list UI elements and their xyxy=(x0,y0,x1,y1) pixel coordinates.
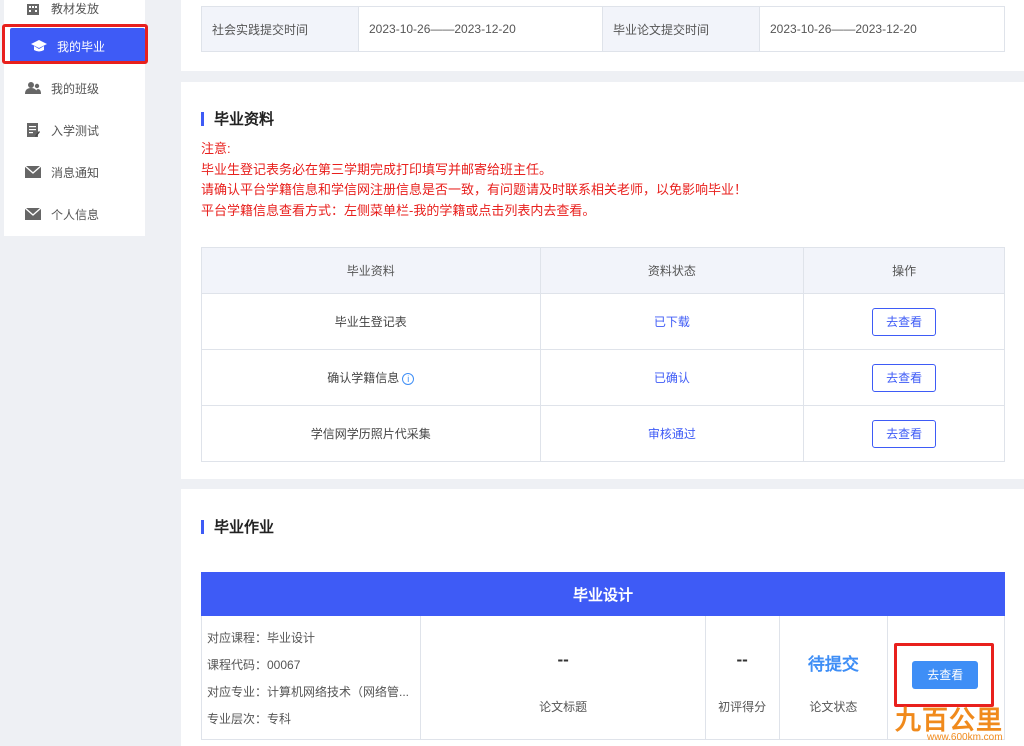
thesis-title-value: -- xyxy=(557,650,569,669)
action-cell: 去查看 xyxy=(803,293,1005,350)
table-header-row: 毕业资料 资料状态 操作 xyxy=(201,247,1005,294)
table-row: 毕业生登记表 已下载 去查看 xyxy=(201,293,1005,350)
material-status: 审核通过 xyxy=(539,405,805,462)
section-title: 毕业作业 xyxy=(201,516,274,537)
materials-card: 毕业资料 注意: 毕业生登记表务必在第三学期完成打印填写并邮寄给班主任。 请确认… xyxy=(181,82,1024,479)
sidebar-item-textbooks[interactable]: 教材发放 xyxy=(4,0,145,26)
watermark-logo: 九百公里 www.600km.com xyxy=(895,700,1021,744)
material-name-cell: 确认学籍信息 i xyxy=(201,349,541,406)
score-col: -- 初评得分 xyxy=(706,616,780,739)
highlight-box xyxy=(2,24,148,64)
social-practice-value: 2023-10-26——2023-12-20 xyxy=(359,7,603,51)
notice-line: 平台学籍信息查看方式：左侧菜单栏-我的学籍或点击列表内去查看。 xyxy=(201,202,596,218)
status-col: 待提交 论文状态 xyxy=(780,616,889,739)
column-header: 毕业资料 xyxy=(201,247,541,294)
column-header: 操作 xyxy=(803,247,1005,294)
notice-line: 注意: xyxy=(201,141,231,156)
highlight-box xyxy=(894,643,994,707)
schedule-card: 社会实践提交时间 2023-10-26——2023-12-20 毕业论文提交时间… xyxy=(181,0,1024,71)
mail-icon xyxy=(24,207,42,221)
homework-row: 对应课程：毕业设计 课程代码：00067 对应专业：计算机网络技术（网络管...… xyxy=(201,616,1005,740)
sidebar-item-profile[interactable]: 个人信息 xyxy=(4,196,145,232)
table-row: 学信网学历照片代采集 审核通过 去查看 xyxy=(201,405,1005,462)
course-name: 对应课程：毕业设计 xyxy=(207,631,316,645)
materials-table: 毕业资料 资料状态 操作 毕业生登记表 已下载 去查看 确认学籍信息 i 已确认 … xyxy=(201,247,1005,462)
view-button[interactable]: 去查看 xyxy=(872,307,937,336)
building-icon xyxy=(24,1,42,15)
sidebar-item-entrance-test[interactable]: 入学测试 xyxy=(4,112,145,148)
view-button[interactable]: 去查看 xyxy=(872,363,937,392)
course-major: 对应专业：计算机网络技术（网络管... xyxy=(207,685,410,699)
edit-document-icon xyxy=(24,122,42,137)
notice-line: 毕业生登记表务必在第三学期完成打印填写并邮寄给班主任。 xyxy=(201,161,553,177)
schedule-table: 社会实践提交时间 2023-10-26——2023-12-20 毕业论文提交时间… xyxy=(201,6,1005,52)
section-title: 毕业资料 xyxy=(201,108,274,129)
mail-icon xyxy=(24,165,42,179)
thesis-status-label: 论文状态 xyxy=(809,700,858,714)
table-row: 确认学籍信息 i 已确认 去查看 xyxy=(201,349,1005,406)
sidebar-item-label: 入学测试 xyxy=(51,123,100,138)
sidebar-item-label: 消息通知 xyxy=(51,165,100,180)
material-name: 学信网学历照片代采集 xyxy=(201,405,541,462)
course-level: 专业层次：专科 xyxy=(207,712,292,726)
action-cell: 去查看 xyxy=(803,349,1005,406)
score-label: 初评得分 xyxy=(718,700,767,714)
action-cell: 去查看 xyxy=(803,405,1005,462)
score-value: -- xyxy=(736,650,748,669)
course-info: 对应课程：毕业设计 课程代码：00067 对应专业：计算机网络技术（网络管...… xyxy=(202,616,422,739)
users-icon xyxy=(24,81,42,95)
sidebar-item-label: 我的班级 xyxy=(51,81,100,96)
homework-card-title: 毕业设计 xyxy=(201,572,1005,616)
column-header: 资料状态 xyxy=(539,247,805,294)
thesis-submit-value: 2023-10-26——2023-12-20 xyxy=(770,22,917,36)
course-code: 课程代码：00067 xyxy=(207,658,301,672)
social-practice-label: 社会实践提交时间 xyxy=(202,7,359,51)
material-name: 确认学籍信息 xyxy=(327,371,400,385)
material-status: 已确认 xyxy=(539,349,805,406)
sidebar-item-label: 教材发放 xyxy=(51,1,100,16)
material-status: 已下载 xyxy=(539,293,805,350)
notice-line: 请确认平台学籍信息和学信网注册信息是否一致，有问题请及时联系相关老师，以免影响毕… xyxy=(201,182,748,197)
thesis-title-col: -- 论文标题 xyxy=(421,616,706,739)
material-name: 毕业生登记表 xyxy=(201,293,541,350)
thesis-status-value: 待提交 xyxy=(807,655,859,674)
notice-text: 注意: 毕业生登记表务必在第三学期完成打印填写并邮寄给班主任。 请确认平台学籍信… xyxy=(201,139,747,221)
sidebar-item-my-class[interactable]: 我的班级 xyxy=(4,70,145,106)
sidebar-item-messages[interactable]: 消息通知 xyxy=(4,154,145,190)
thesis-submit-label: 毕业论文提交时间 xyxy=(603,7,760,51)
thesis-title-label: 论文标题 xyxy=(539,700,588,714)
view-button[interactable]: 去查看 xyxy=(872,419,937,448)
info-icon[interactable]: i xyxy=(402,372,415,385)
watermark-url: www.600km.com xyxy=(927,732,1003,743)
sidebar-item-label: 个人信息 xyxy=(51,207,100,222)
